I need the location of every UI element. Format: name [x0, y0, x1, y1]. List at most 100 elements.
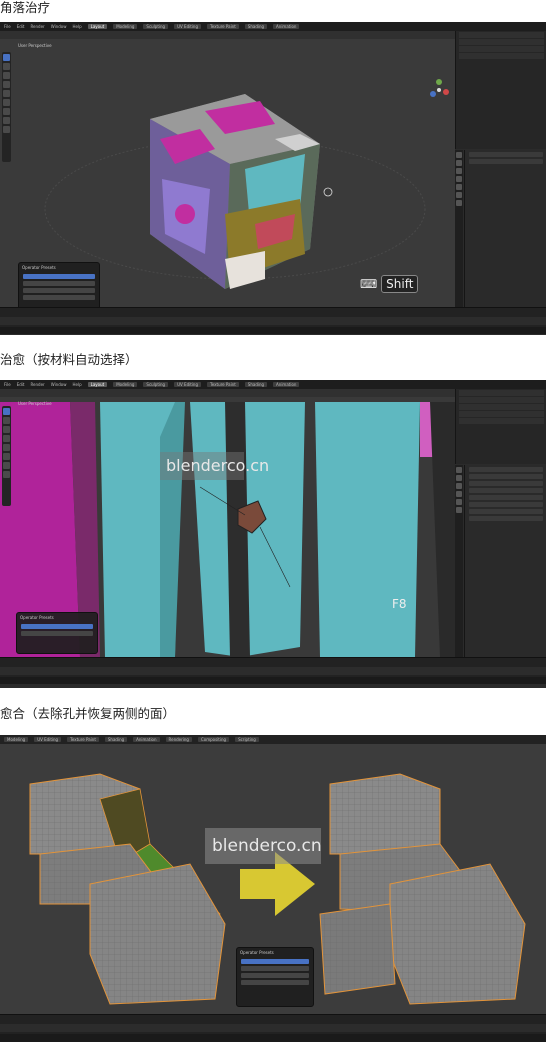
transform-tool-icon[interactable] — [3, 99, 10, 106]
render-props-icon[interactable] — [456, 467, 462, 473]
world-props-icon[interactable] — [456, 491, 462, 497]
key-badge-f8: F8 — [392, 597, 407, 611]
tab-scripting[interactable]: Scripting — [235, 737, 259, 742]
panel-row[interactable] — [241, 973, 309, 978]
timeline[interactable] — [0, 307, 546, 328]
menu-render[interactable]: Render — [30, 382, 44, 387]
menu-window[interactable]: Window — [51, 382, 67, 387]
section-caption-1: 角落治疗 — [0, 0, 51, 15]
annotate-tool-icon[interactable] — [3, 462, 10, 469]
tab-texture-paint[interactable]: Texture Paint — [206, 24, 239, 29]
tab-animation[interactable]: Animation — [273, 24, 300, 29]
tab-shading[interactable]: Shading — [244, 24, 268, 29]
outliner[interactable] — [455, 389, 546, 464]
material-props-icon[interactable] — [456, 200, 462, 206]
operator-panel[interactable]: Operator Presets — [236, 947, 314, 1007]
tab-layout[interactable]: Layout — [87, 382, 108, 387]
menu-edit[interactable]: Edit — [17, 382, 25, 387]
modifier-props-icon[interactable] — [456, 192, 462, 198]
rotate-tool-icon[interactable] — [3, 435, 10, 442]
key-shift-label: Shift — [381, 275, 419, 293]
select-tool-icon[interactable] — [3, 408, 10, 415]
properties-editor[interactable] — [464, 150, 546, 307]
panel-row[interactable] — [23, 295, 95, 300]
cursor-tool-icon[interactable] — [3, 63, 10, 70]
tab-uv-editing[interactable]: UV Editing — [34, 737, 62, 742]
menu-file[interactable]: File — [4, 24, 11, 29]
blender-topbar: File Edit Render Window Help Layout Mode… — [0, 380, 546, 389]
tab-shading[interactable]: Shading — [244, 382, 268, 387]
viewport-header — [0, 31, 455, 39]
toolbar-column — [2, 52, 11, 162]
properties-editor[interactable] — [464, 465, 546, 657]
viewport-header — [0, 389, 455, 397]
tab-animation[interactable]: Animation — [273, 382, 300, 387]
tab-sculpting[interactable]: Sculpting — [143, 382, 169, 387]
outliner[interactable] — [455, 31, 546, 149]
tab-sculpting[interactable]: Sculpting — [143, 24, 169, 29]
measure-tool-icon[interactable] — [3, 471, 10, 478]
cursor-tool-icon[interactable] — [3, 417, 10, 424]
render-props-icon[interactable] — [456, 152, 462, 158]
menu-render[interactable]: Render — [30, 24, 44, 29]
object-props-icon[interactable] — [456, 184, 462, 190]
add-cube-tool-icon[interactable] — [3, 126, 10, 133]
select-tool-icon[interactable] — [3, 54, 10, 61]
navigation-gizmo-icon[interactable] — [428, 79, 450, 101]
panel-row[interactable] — [21, 631, 93, 636]
operator-panel[interactable]: Operator Presets — [16, 612, 98, 654]
move-tool-icon[interactable] — [3, 72, 10, 79]
panel-row[interactable] — [23, 288, 95, 293]
output-props-icon[interactable] — [456, 475, 462, 481]
panel-row[interactable] — [241, 980, 309, 985]
status-bar — [0, 1034, 546, 1042]
toolbar-column — [2, 406, 11, 506]
annotate-tool-icon[interactable] — [3, 108, 10, 115]
panel-row[interactable] — [241, 959, 309, 964]
tab-shading[interactable]: Shading — [104, 737, 128, 742]
measure-tool-icon[interactable] — [3, 117, 10, 124]
timeline[interactable] — [0, 657, 546, 678]
scale-tool-icon[interactable] — [3, 90, 10, 97]
tab-uv-editing[interactable]: UV Editing — [174, 382, 201, 387]
tab-uv-editing[interactable]: UV Editing — [174, 24, 201, 29]
scale-tool-icon[interactable] — [3, 444, 10, 451]
blender-screenshot-1: File Edit Render Window Help Layout Mode… — [0, 22, 546, 335]
panel-row[interactable] — [23, 281, 95, 286]
menu-file[interactable]: File — [4, 382, 11, 387]
menu-edit[interactable]: Edit — [17, 24, 25, 29]
tab-texture-paint[interactable]: Texture Paint — [67, 737, 99, 742]
object-props-icon[interactable] — [456, 499, 462, 505]
tab-modeling[interactable]: Modeling — [113, 24, 138, 29]
scene-props-icon[interactable] — [456, 168, 462, 174]
blender-screenshot-2: File Edit Render Window Help Layout Mode… — [0, 380, 546, 688]
blender-screenshot-3: Modeling UV Editing Texture Paint Shadin… — [0, 735, 546, 1042]
scene-props-icon[interactable] — [456, 483, 462, 489]
watermark: blenderco.cn — [166, 456, 270, 475]
menu-window[interactable]: Window — [51, 24, 67, 29]
tab-animation[interactable]: Animation — [133, 737, 160, 742]
operator-presets-label: Operator Presets — [22, 265, 56, 270]
transform-tool-icon[interactable] — [3, 453, 10, 460]
modifier-props-icon[interactable] — [456, 507, 462, 513]
blender-topbar: File Edit Render Window Help Layout Mode… — [0, 22, 546, 31]
move-tool-icon[interactable] — [3, 426, 10, 433]
world-props-icon[interactable] — [456, 176, 462, 182]
menu-help[interactable]: Help — [72, 382, 81, 387]
tab-layout[interactable]: Layout — [87, 24, 108, 29]
timeline[interactable] — [0, 1014, 546, 1035]
panel-row[interactable] — [241, 966, 309, 971]
tab-texture-paint[interactable]: Texture Paint — [206, 382, 239, 387]
viewport-label: User Perspective — [18, 43, 52, 48]
tab-modeling[interactable]: Modeling — [113, 382, 138, 387]
rotate-tool-icon[interactable] — [3, 81, 10, 88]
output-props-icon[interactable] — [456, 160, 462, 166]
panel-row[interactable] — [23, 274, 95, 279]
tab-modeling[interactable]: Modeling — [4, 737, 29, 742]
section-caption-2: 治愈（按材料自动选择） — [0, 352, 138, 367]
panel-row[interactable] — [21, 624, 93, 629]
section-caption-3: 愈合（去除孔并恢复两侧的面） — [0, 706, 176, 721]
menu-help[interactable]: Help — [72, 24, 81, 29]
tab-compositing[interactable]: Compositing — [197, 737, 230, 742]
tab-rendering[interactable]: Rendering — [165, 737, 192, 742]
